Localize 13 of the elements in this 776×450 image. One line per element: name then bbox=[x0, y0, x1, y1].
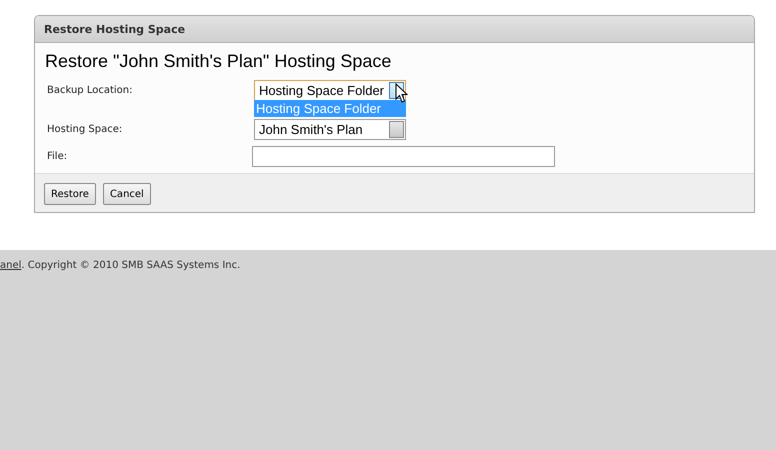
restore-button[interactable]: Restore bbox=[44, 183, 96, 205]
mouse-cursor-icon bbox=[395, 83, 409, 103]
footer-link[interactable]: anel bbox=[0, 260, 22, 271]
cancel-button[interactable]: Cancel bbox=[102, 183, 151, 205]
panel-title: Restore Hosting Space bbox=[44, 22, 186, 36]
select-field[interactable]: Hosting Space Folder bbox=[254, 80, 406, 101]
copyright-text: anel. Copyright © 2010 SMB SAAS Systems Inc. bbox=[0, 260, 242, 271]
file-input-field[interactable] bbox=[252, 146, 555, 167]
field-label: Hosting Space: bbox=[46, 124, 124, 135]
field-label: File: bbox=[46, 151, 68, 162]
select-field[interactable]: John Smith's Plan bbox=[254, 119, 406, 140]
field-label: Backup Location: bbox=[46, 85, 134, 96]
page-heading: Restore "John Smith's Plan" Hosting Space bbox=[45, 51, 392, 72]
